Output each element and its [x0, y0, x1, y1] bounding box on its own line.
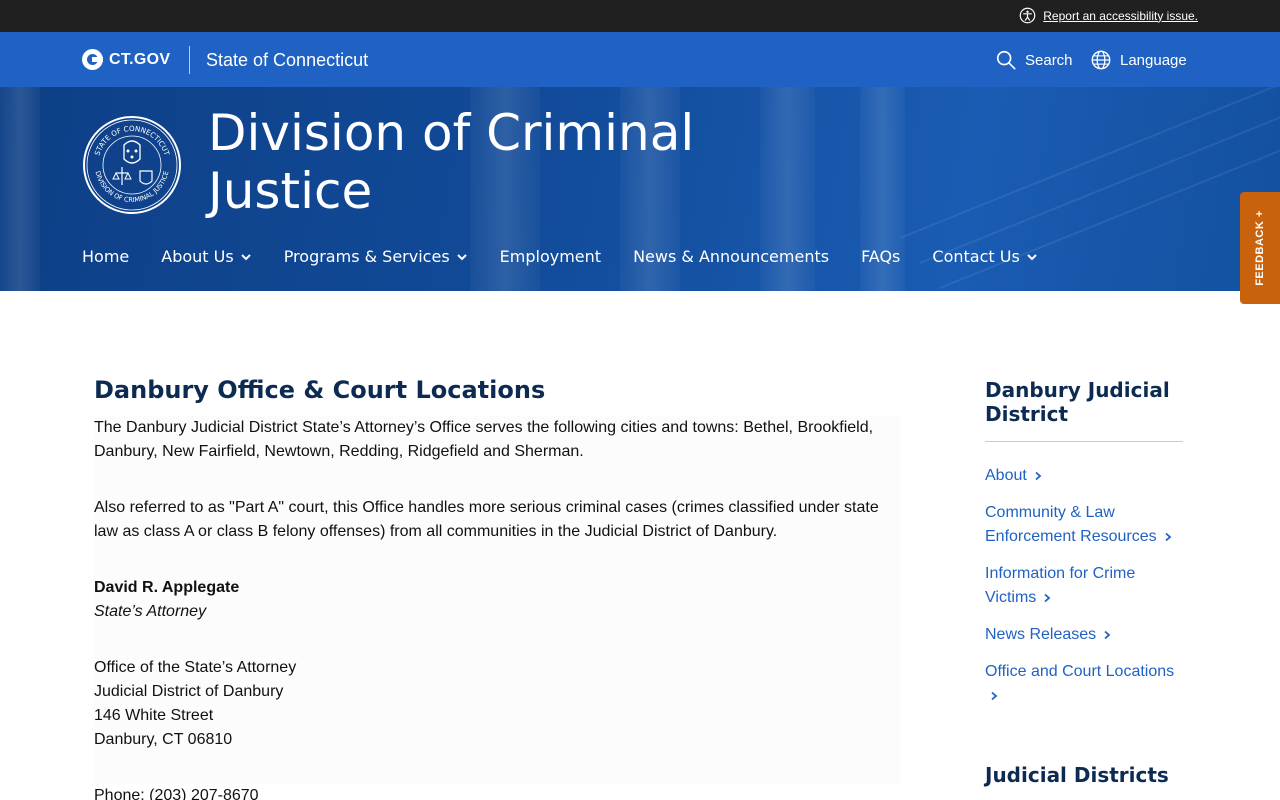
accessibility-icon	[1019, 7, 1036, 24]
nav-about-us-label: About Us	[161, 247, 234, 266]
hero-column-decoration	[0, 87, 40, 291]
sidebar-link-office-court-locations[interactable]: Office and Court Locations	[985, 660, 1183, 708]
globe-icon	[1091, 50, 1111, 70]
sidebar-title: Danbury Judicial District	[985, 378, 1183, 442]
nav-employment[interactable]: Employment	[500, 247, 601, 266]
sidebar-link-community-resources[interactable]: Community & Law Enforcement Resources	[985, 501, 1183, 549]
sidebar-link-crime-victims[interactable]: Information for Crime Victims	[985, 562, 1183, 610]
nav-faqs[interactable]: FAQs	[861, 247, 900, 266]
ct-logo-icon	[82, 49, 103, 70]
nav-programs-services[interactable]: Programs & Services	[284, 247, 468, 266]
sidebar-link-label: About	[985, 467, 1027, 484]
nav-news-announcements-label: News & Announcements	[633, 247, 830, 266]
nav-contact-us[interactable]: Contact Us	[932, 247, 1037, 266]
address-line: 146 White Street	[94, 707, 214, 724]
nav-news-announcements[interactable]: News & Announcements	[633, 247, 829, 266]
feedback-button[interactable]: FEEDBACK +	[1240, 192, 1280, 304]
nav-home-label: Home	[82, 247, 130, 266]
attorney-block: David R. Applegate State’s Attorney	[94, 576, 900, 656]
chevron-down-icon	[240, 253, 251, 260]
sidebar-link-news-releases[interactable]: News Releases	[985, 623, 1183, 647]
address-line: Judicial District of Danbury	[94, 683, 284, 700]
chevron-right-icon	[1044, 593, 1051, 603]
sidebar-link-about[interactable]: About	[985, 464, 1183, 488]
feedback-label: FEEDBACK +	[1254, 210, 1266, 286]
accessibility-report-link[interactable]: Report an accessibility issue.	[1019, 7, 1198, 24]
page-title: Danbury Office & Court Locations	[94, 376, 546, 404]
nav-faqs-label: FAQs	[861, 247, 901, 266]
address-line: Danbury, CT 06810	[94, 731, 233, 748]
nav-about-us[interactable]: About Us	[161, 247, 251, 266]
attorney-name: David R. Applegate	[94, 579, 240, 596]
nav-home[interactable]: Home	[82, 247, 129, 266]
chevron-right-icon	[1165, 532, 1172, 542]
header-divider	[189, 46, 190, 74]
chevron-right-icon	[1035, 471, 1042, 481]
chevron-down-icon	[1027, 253, 1037, 260]
sidebar-link-label: Office and Court Locations	[985, 663, 1175, 680]
main-content: Danbury Office & Court Locations The Dan…	[94, 376, 900, 800]
hero-banner: STATE OF CONNECTICUT DIVISION OF CRIMINA…	[0, 87, 1280, 291]
search-button[interactable]: Search	[995, 49, 1073, 71]
division-seal-icon: STATE OF CONNECTICUT DIVISION OF CRIMINA…	[83, 116, 181, 214]
search-label: Search	[1025, 51, 1073, 69]
chevron-right-icon	[1104, 630, 1111, 640]
ct-gov-logo[interactable]: CT.GOV	[82, 49, 170, 70]
sidebar-section-title: Judicial Districts	[985, 763, 1169, 787]
sidebar-link-label: Community & Law Enforcement Resources	[985, 504, 1157, 545]
search-icon	[996, 50, 1016, 70]
address-block: Office of the State’s Attorney Judicial …	[94, 656, 900, 784]
state-name-link[interactable]: State of Connecticut	[206, 50, 368, 71]
address-line: Office of the State’s Attorney	[94, 659, 297, 676]
attorney-title: State’s Attorney	[94, 603, 207, 620]
language-button[interactable]: Language	[1090, 49, 1187, 71]
main-navigation: Home About Us Programs & Services Employ…	[82, 247, 1070, 266]
sidebar-link-label: News Releases	[985, 626, 1097, 643]
phone-line: Phone: (203) 207-8670	[94, 787, 259, 800]
chevron-right-icon	[991, 691, 998, 701]
ct-gov-header: CT.GOV State of Connecticut Search Langu…	[0, 32, 1280, 87]
hero-beam-decoration	[899, 87, 1280, 239]
sidebar-link-label: Information for Crime Victims	[985, 565, 1136, 606]
part-a-paragraph: Also referred to as "Part A" court, this…	[94, 496, 900, 576]
hero-beam-decoration	[919, 104, 1280, 264]
nav-employment-label: Employment	[499, 247, 602, 266]
language-label: Language	[1120, 51, 1187, 69]
accessibility-link-label[interactable]: Report an accessibility issue.	[1043, 9, 1198, 23]
sidebar: Danbury Judicial District About Communit…	[985, 378, 1183, 787]
nav-contact-us-label: Contact Us	[932, 247, 1020, 266]
ct-logo-text: CT.GOV	[109, 50, 171, 68]
chevron-down-icon	[456, 253, 467, 260]
sidebar-links: About Community & Law Enforcement Resour…	[985, 464, 1183, 708]
agency-title: Division of Criminal Justice	[208, 104, 695, 220]
nav-programs-services-label: Programs & Services	[283, 247, 450, 266]
intro-paragraph: The Danbury Judicial District State’s At…	[94, 416, 900, 496]
utility-bar: Report an accessibility issue.	[0, 0, 1280, 32]
